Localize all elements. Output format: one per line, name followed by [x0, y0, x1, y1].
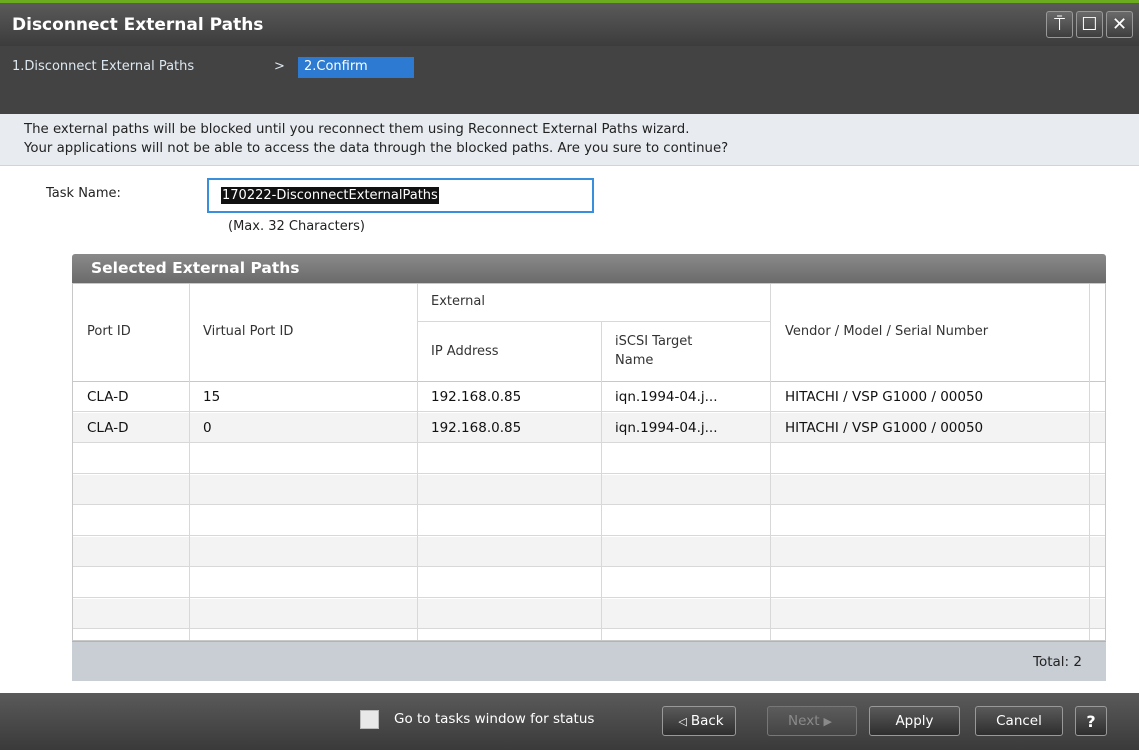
- breadcrumb-separator: >: [274, 59, 285, 74]
- column-divider: [601, 321, 602, 640]
- total-count: Total: 2: [1033, 654, 1082, 670]
- go-to-tasks-checkbox[interactable]: [360, 710, 379, 729]
- empty-row: [73, 475, 1105, 505]
- table-row[interactable]: CLA-D 15 192.168.0.85 iqn.1994-04.j... H…: [73, 382, 1105, 412]
- header-divider: [417, 321, 770, 322]
- header-iscsi-line-2: Name: [615, 353, 654, 368]
- help-button[interactable]: ?: [1075, 706, 1107, 736]
- empty-row: [73, 444, 1105, 474]
- message-line-1: The external paths will be blocked until…: [24, 122, 690, 137]
- panel-title: Selected External Paths: [91, 259, 300, 277]
- chevron-right-icon: ▶: [823, 714, 832, 728]
- cell-virtual-port-id: 15: [203, 389, 221, 405]
- breadcrumb: 1.Disconnect External Paths > 2.Confirm: [0, 46, 1139, 114]
- close-icon[interactable]: ✕: [1106, 11, 1133, 38]
- apply-button[interactable]: Apply: [869, 706, 960, 736]
- breadcrumb-step-disconnect[interactable]: 1.Disconnect External Paths: [12, 59, 194, 74]
- pin-icon[interactable]: ⍑: [1046, 11, 1073, 38]
- table-footer: Total: 2: [72, 641, 1106, 681]
- back-label: Back: [690, 713, 724, 729]
- table-row[interactable]: CLA-D 0 192.168.0.85 iqn.1994-04.j... HI…: [73, 413, 1105, 443]
- cell-port-id: CLA-D: [87, 420, 129, 436]
- confirmation-message: The external paths will be blocked until…: [0, 114, 1139, 166]
- cell-ip-address: 192.168.0.85: [431, 389, 522, 405]
- selected-paths-header: Selected External Paths: [72, 254, 1106, 283]
- header-virtual-port-id[interactable]: Virtual Port ID: [203, 324, 293, 339]
- empty-row: [73, 568, 1105, 598]
- cell-port-id: CLA-D: [87, 389, 129, 405]
- header-iscsi-target-name[interactable]: iSCSI Target Name: [615, 334, 692, 368]
- header-port-id[interactable]: Port ID: [87, 324, 131, 339]
- header-vendor-model-serial[interactable]: Vendor / Model / Serial Number: [785, 324, 988, 339]
- header-ip-address[interactable]: IP Address: [431, 344, 499, 359]
- go-to-tasks-label[interactable]: Go to tasks window for status: [394, 711, 594, 727]
- back-button[interactable]: ◁ Back: [662, 706, 736, 736]
- title-bar: Disconnect External Paths ⍑ ☐ ✕: [0, 0, 1139, 46]
- task-name-input[interactable]: 170222-DisconnectExternalPaths: [207, 178, 594, 213]
- task-name-value: 170222-DisconnectExternalPaths: [221, 187, 439, 204]
- empty-row: [73, 506, 1105, 536]
- cell-vendor: HITACHI / VSP G1000 / 00050: [785, 389, 984, 405]
- cell-iscsi-target: iqn.1994-04.j...: [615, 389, 718, 405]
- column-divider: [189, 284, 190, 640]
- next-label: Next: [788, 713, 820, 729]
- column-divider: [1089, 284, 1090, 640]
- breadcrumb-step-confirm: 2.Confirm: [298, 57, 414, 78]
- cell-iscsi-target: iqn.1994-04.j...: [615, 420, 718, 436]
- task-name-label: Task Name:: [46, 186, 121, 201]
- header-external: External: [431, 294, 485, 309]
- window-controls: ⍑ ☐ ✕: [1046, 11, 1133, 38]
- message-line-2: Your applications will not be able to ac…: [24, 141, 729, 156]
- column-divider: [417, 284, 418, 640]
- header-iscsi-line-1: iSCSI Target: [615, 334, 693, 349]
- cell-vendor: HITACHI / VSP G1000 / 00050: [785, 420, 984, 436]
- cancel-button[interactable]: Cancel: [975, 706, 1063, 736]
- column-divider: [770, 284, 771, 640]
- wizard-footer: Go to tasks window for status ◁ Back Nex…: [0, 693, 1139, 750]
- maximize-icon[interactable]: ☐: [1076, 11, 1103, 38]
- next-button[interactable]: Next ▶: [767, 706, 857, 736]
- chevron-left-icon: ◁: [678, 714, 687, 728]
- selected-paths-table: Port ID Virtual Port ID External IP Addr…: [72, 283, 1106, 641]
- cell-virtual-port-id: 0: [203, 420, 212, 436]
- empty-row: [73, 537, 1105, 567]
- cell-ip-address: 192.168.0.85: [431, 420, 522, 436]
- window-title: Disconnect External Paths: [12, 15, 264, 35]
- task-name-hint: (Max. 32 Characters): [228, 219, 365, 234]
- empty-row: [73, 599, 1105, 629]
